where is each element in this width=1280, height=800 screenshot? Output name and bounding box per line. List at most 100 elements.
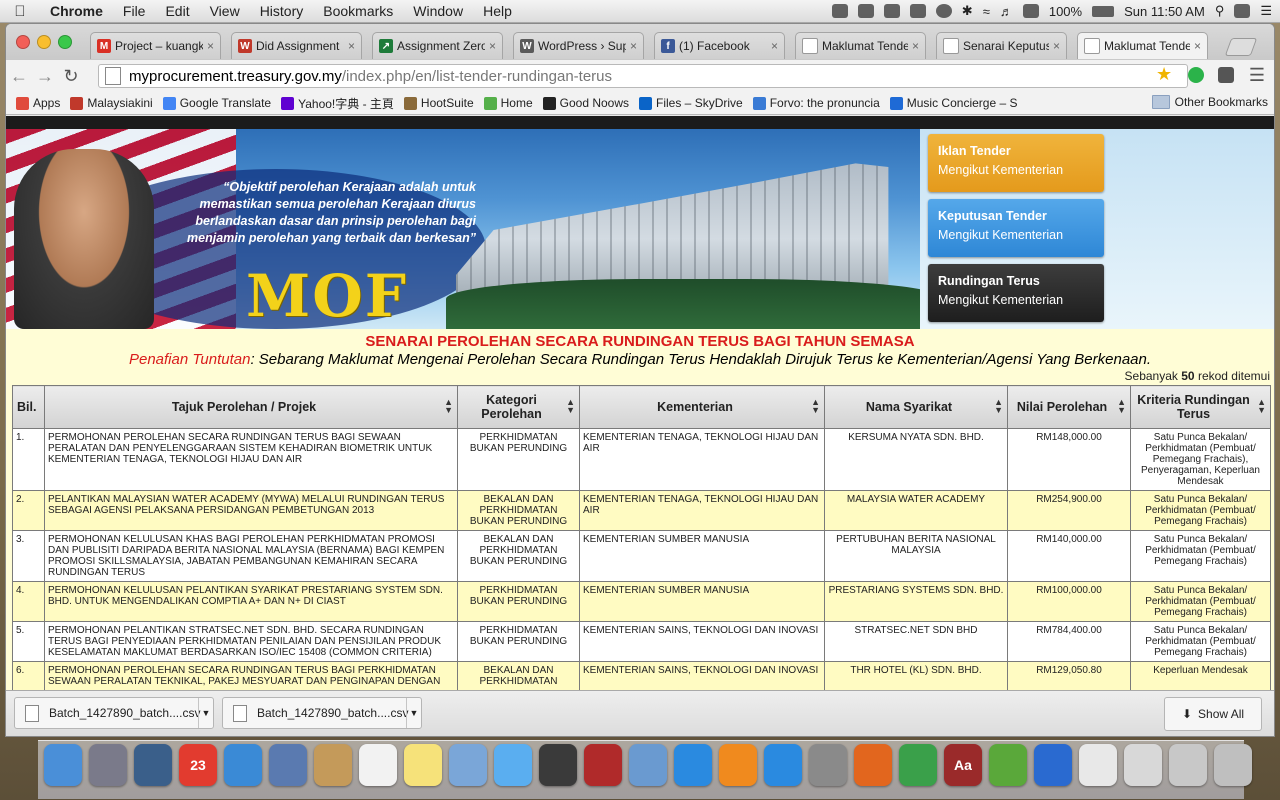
table-row[interactable]: 1. PERMOHONAN PEROLEHAN SECARA RUNDINGAN … bbox=[12, 428, 1271, 491]
tab-close-icon[interactable]: × bbox=[630, 39, 637, 53]
bookmark-item[interactable]: Yahoo!字典 - 主頁 bbox=[281, 95, 394, 112]
table-row[interactable]: 5. PERMOHONAN PELANTIKAN STRATSEC.NET SDN… bbox=[12, 621, 1271, 662]
time-machine-icon[interactable] bbox=[935, 4, 952, 18]
dock-facetime-icon[interactable] bbox=[539, 744, 577, 786]
column-header[interactable]: Kategori Perolehan ▲ ▼ bbox=[457, 385, 580, 429]
wifi-icon[interactable]: ≈ bbox=[983, 4, 990, 19]
dock-calendar-icon[interactable]: 23 bbox=[179, 744, 217, 786]
dock-messages-icon[interactable] bbox=[494, 744, 532, 786]
table-row[interactable]: 3. PERMOHONAN KELULUSAN KHAS BAGI PEROLEH… bbox=[12, 530, 1271, 582]
menu-file[interactable]: File bbox=[113, 3, 156, 19]
column-header[interactable]: Bil. bbox=[12, 385, 45, 429]
dock-openoffice-icon[interactable] bbox=[1034, 744, 1072, 786]
table-row[interactable]: 6. PERMOHONAN PEROLEHAN SECARA RUNDINGAN … bbox=[12, 661, 1271, 690]
download-menu-arrow-icon[interactable]: ▼ bbox=[198, 698, 213, 728]
sort-arrows-icon[interactable]: ▲ ▼ bbox=[994, 398, 1003, 415]
browser-tab[interactable]: Senarai Keputusa × bbox=[936, 32, 1067, 59]
menu-app-name[interactable]: Chrome bbox=[40, 3, 113, 19]
tab-close-icon[interactable]: × bbox=[348, 39, 355, 53]
minimize-window-button[interactable] bbox=[37, 35, 51, 49]
dock-textedit-icon[interactable] bbox=[1079, 744, 1117, 786]
keputusan-tender-button[interactable]: Keputusan Tender Mengikut Kementerian bbox=[928, 199, 1104, 257]
dock-safari-icon[interactable] bbox=[224, 744, 262, 786]
other-bookmarks[interactable]: Other Bookmarks bbox=[1151, 95, 1268, 109]
spotlight-search-icon[interactable]: ⚲ bbox=[1215, 3, 1225, 19]
skype-icon[interactable] bbox=[831, 4, 848, 18]
new-tab-button[interactable] bbox=[1224, 38, 1258, 56]
download-item[interactable]: Batch_1427890_batch....csv ▼ bbox=[222, 697, 422, 729]
bookmark-item[interactable]: Malaysiakini bbox=[70, 96, 153, 110]
tab-close-icon[interactable]: × bbox=[489, 39, 496, 53]
bookmark-item[interactable]: Google Translate bbox=[162, 96, 271, 110]
dock-mission-control-icon[interactable] bbox=[134, 744, 172, 786]
dock-contacts-icon[interactable] bbox=[314, 744, 352, 786]
forward-arrow-icon[interactable]: → bbox=[32, 66, 58, 87]
sort-arrows-icon[interactable]: ▲ ▼ bbox=[1117, 398, 1126, 415]
bookmark-item[interactable]: Apps bbox=[16, 96, 60, 110]
dock-firefox-icon[interactable] bbox=[854, 744, 892, 786]
battery-label[interactable]: 100% bbox=[1049, 4, 1082, 19]
chrome-menu-icon[interactable]: ☰ bbox=[1244, 65, 1270, 86]
menu-history[interactable]: History bbox=[250, 3, 314, 19]
dock-ibooks-icon[interactable] bbox=[719, 744, 757, 786]
apple-menu-icon[interactable]:  bbox=[0, 3, 40, 20]
download-menu-arrow-icon[interactable]: ▼ bbox=[406, 698, 421, 728]
address-bar[interactable]: myprocurement.treasury.gov.my/index.php/… bbox=[98, 64, 1188, 88]
iklan-tender-button[interactable]: Iklan Tender Mengikut Kementerian bbox=[928, 134, 1104, 192]
user-icon[interactable] bbox=[1234, 4, 1251, 18]
tab-close-icon[interactable]: × bbox=[771, 39, 778, 53]
dock-photo-booth-icon[interactable] bbox=[584, 744, 622, 786]
download-item[interactable]: Batch_1427890_batch....csv ▼ bbox=[14, 697, 214, 729]
notification-center-icon[interactable]: ☰ bbox=[1260, 3, 1272, 19]
browser-tab[interactable]: f (1) Facebook × bbox=[654, 32, 785, 59]
column-header[interactable]: Nama Syarikat ▲ ▼ bbox=[824, 385, 1008, 429]
battery-icon[interactable] bbox=[1092, 5, 1115, 17]
menu-view[interactable]: View bbox=[200, 3, 250, 19]
dock-downloads-stack-icon[interactable] bbox=[1124, 744, 1162, 786]
sort-arrows-icon[interactable]: ▲ ▼ bbox=[1257, 398, 1266, 415]
dock-evernote-icon[interactable] bbox=[989, 744, 1027, 786]
dock-launchpad-icon[interactable] bbox=[89, 744, 127, 786]
browser-tab[interactable]: Maklumat Tende × bbox=[1077, 32, 1208, 59]
sort-arrows-icon[interactable]: ▲ ▼ bbox=[811, 398, 820, 415]
zoom-window-button[interactable] bbox=[58, 35, 72, 49]
dock-documents-stack-icon[interactable] bbox=[1169, 744, 1207, 786]
dock-itunes-icon[interactable] bbox=[674, 744, 712, 786]
bluetooth-icon[interactable]: ✱ bbox=[962, 3, 973, 19]
menu-help[interactable]: Help bbox=[473, 3, 522, 19]
dock-dictionary-icon[interactable]: Aa bbox=[944, 744, 982, 786]
browser-tab[interactable]: M Project – kuangk × bbox=[90, 32, 221, 59]
dock-system-preferences-icon[interactable] bbox=[809, 744, 847, 786]
volume-icon[interactable]: ♬ bbox=[1000, 4, 1013, 19]
bookmark-item[interactable]: Good Noows bbox=[542, 96, 629, 110]
browser-tab[interactable]: Maklumat Tende × bbox=[795, 32, 926, 59]
dock-iphoto-icon[interactable] bbox=[629, 744, 667, 786]
dock-app-store-icon[interactable] bbox=[764, 744, 802, 786]
browser-tab[interactable]: W Did Assignment × bbox=[231, 32, 362, 59]
dock-chrome-icon[interactable] bbox=[899, 744, 937, 786]
table-row[interactable]: 4. PERMOHONAN KELULUSAN PELANTIKAN SYARIK… bbox=[12, 581, 1271, 622]
tab-close-icon[interactable]: × bbox=[1053, 39, 1060, 53]
dock-finder-icon[interactable] bbox=[44, 744, 82, 786]
close-window-button[interactable] bbox=[16, 35, 30, 49]
sort-arrows-icon[interactable]: ▲ ▼ bbox=[444, 398, 453, 415]
browser-tab[interactable]: W WordPress › Supp × bbox=[513, 32, 644, 59]
reload-icon[interactable]: ↻ bbox=[58, 66, 84, 87]
back-arrow-icon[interactable]: ← bbox=[6, 66, 32, 87]
bookmark-star-icon[interactable]: ★ bbox=[1156, 64, 1172, 85]
column-header[interactable]: Nilai Perolehan ▲ ▼ bbox=[1007, 385, 1131, 429]
airplay-icon[interactable] bbox=[909, 4, 926, 18]
bookmark-item[interactable]: HootSuite bbox=[403, 96, 474, 110]
menu-bookmarks[interactable]: Bookmarks bbox=[313, 3, 403, 19]
dock-mail-bird-icon[interactable] bbox=[269, 744, 307, 786]
column-header[interactable]: Kriteria Rundingan Terus ▲ ▼ bbox=[1130, 385, 1271, 429]
dock-trash-icon[interactable] bbox=[1214, 744, 1252, 786]
tab-close-icon[interactable]: × bbox=[912, 39, 919, 53]
browser-tab[interactable]: ↗ Assignment Zero × bbox=[372, 32, 503, 59]
extension-green-icon[interactable] bbox=[1188, 67, 1204, 83]
dock-preview-icon[interactable] bbox=[449, 744, 487, 786]
drive-icon[interactable] bbox=[857, 4, 874, 18]
bookmark-item[interactable]: Files – SkyDrive bbox=[639, 96, 743, 110]
tab-close-icon[interactable]: × bbox=[207, 39, 214, 53]
show-all-downloads-button[interactable]: ⬇ Show All bbox=[1164, 697, 1262, 731]
